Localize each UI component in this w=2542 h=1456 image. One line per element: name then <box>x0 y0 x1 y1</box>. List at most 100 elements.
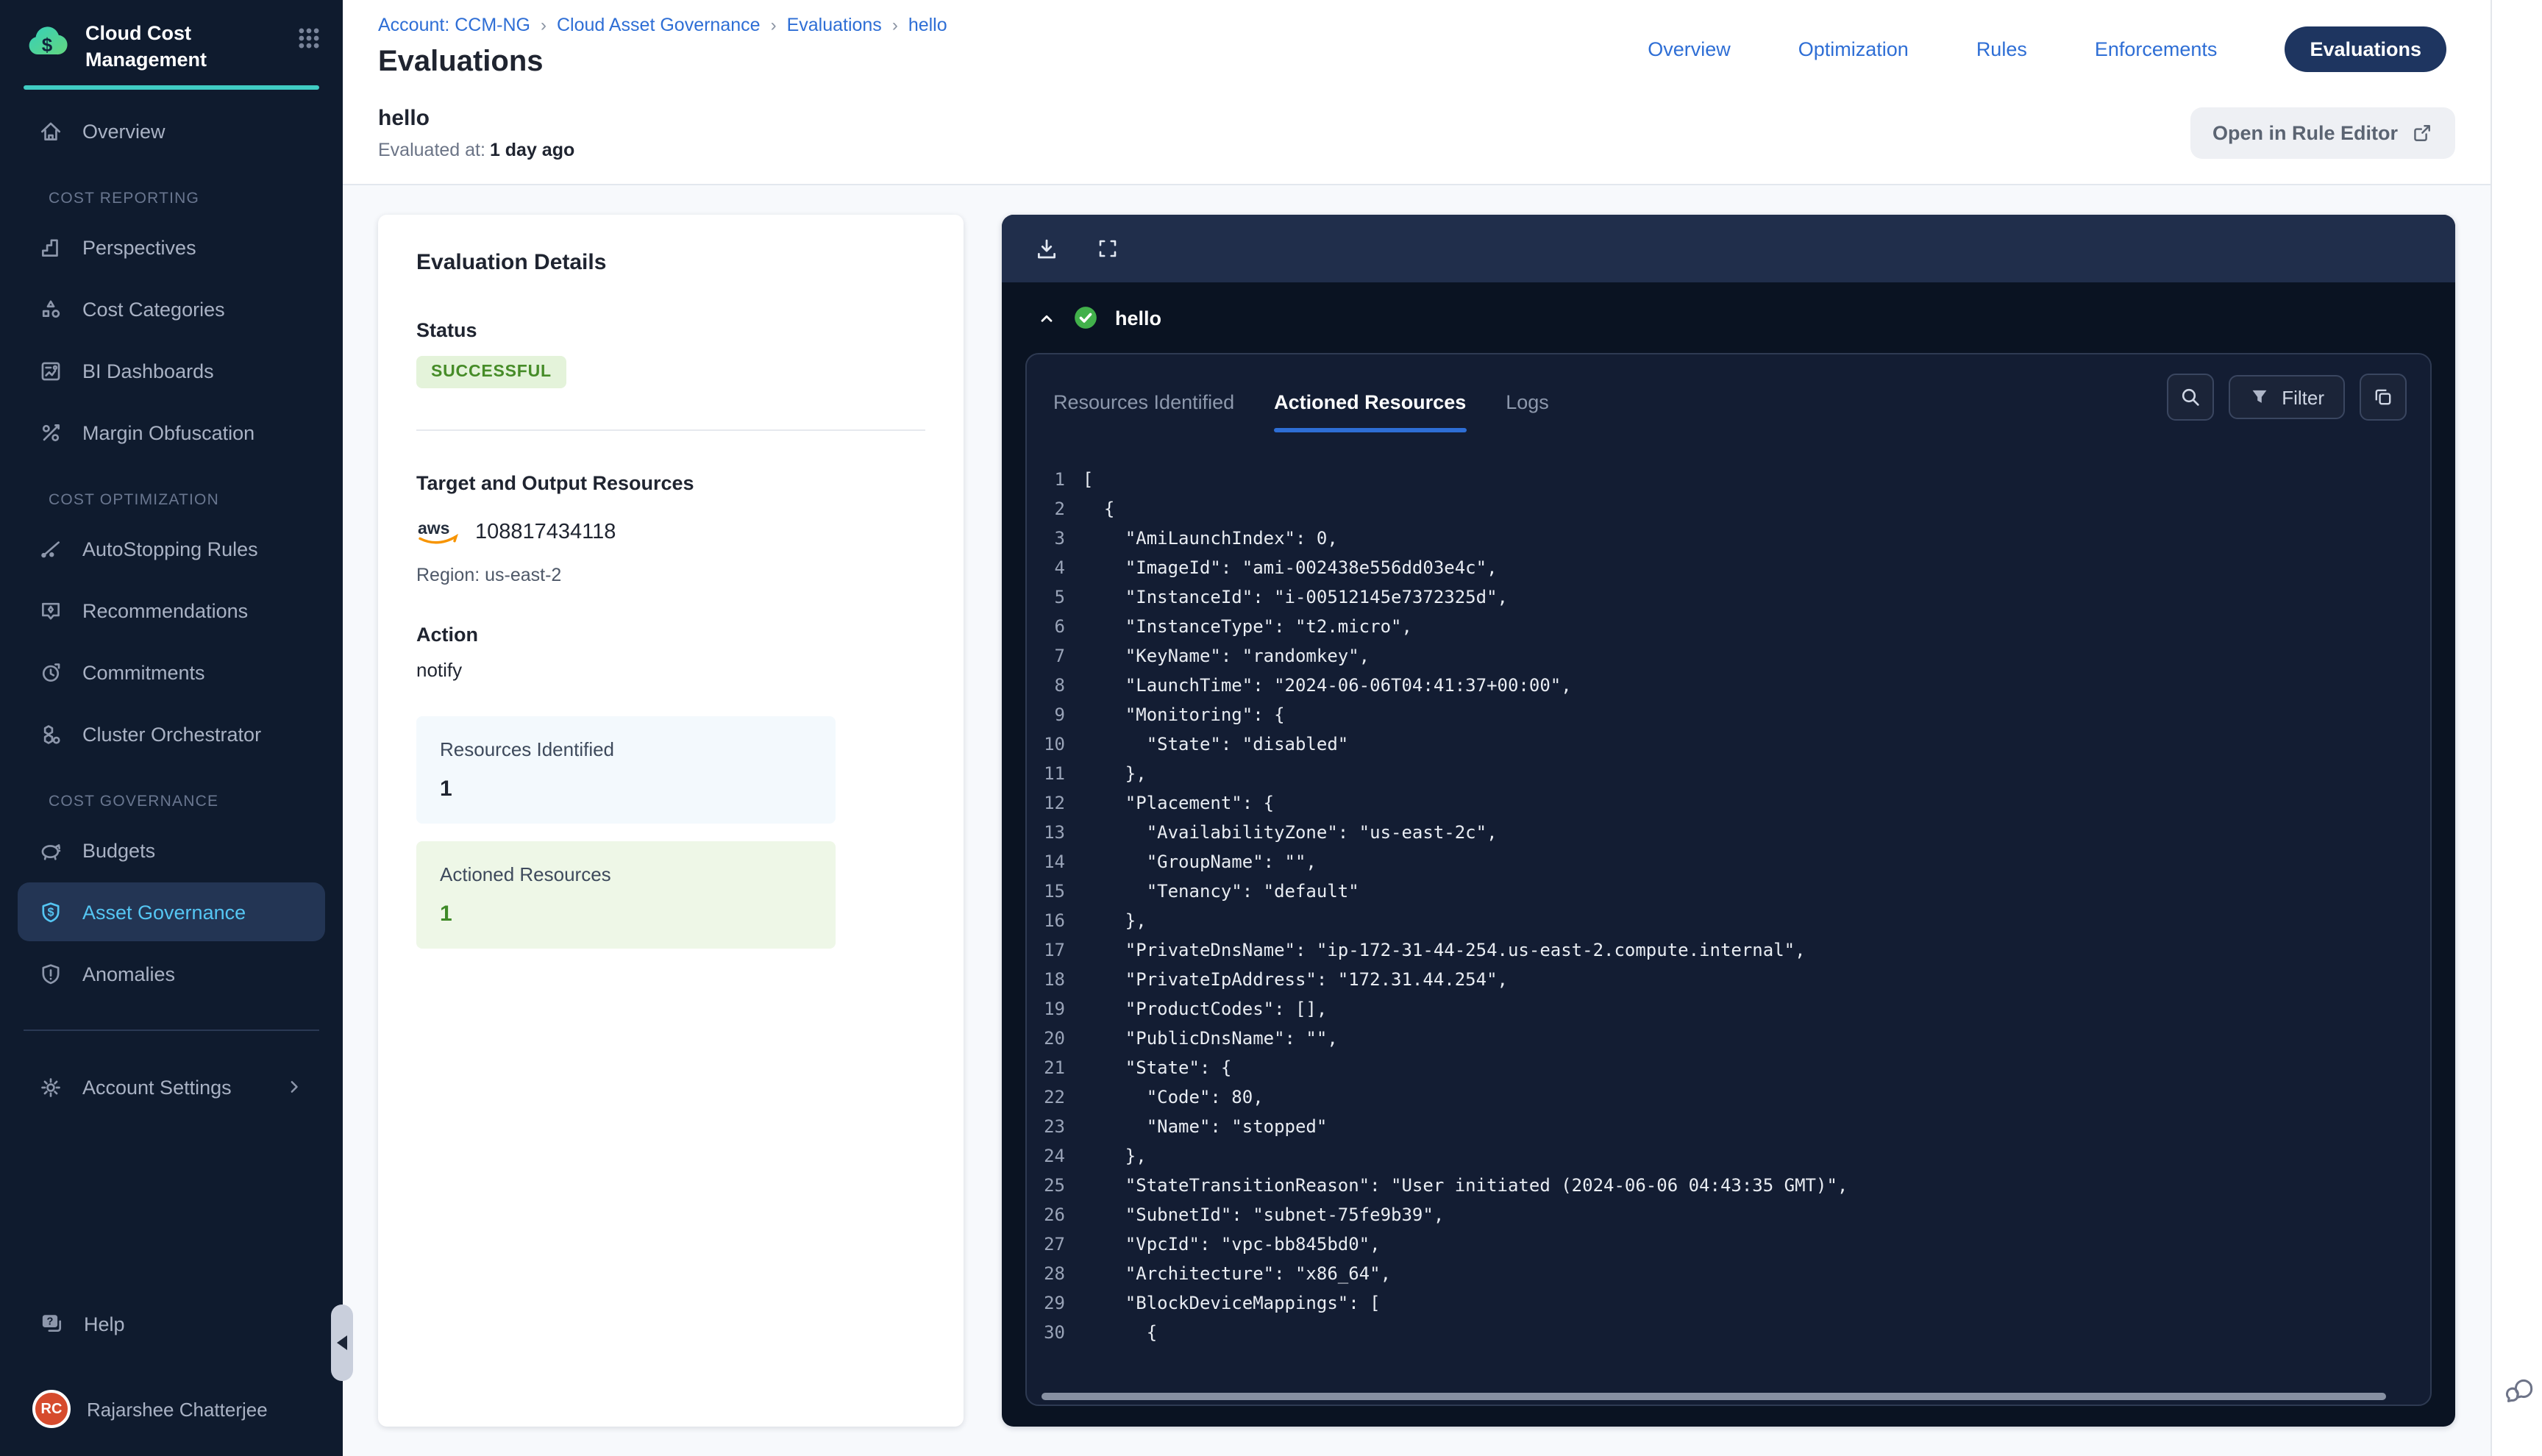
stat-label: Resources Identified <box>440 738 812 760</box>
sidebar-section-title: COST GOVERNANCE <box>49 793 319 810</box>
nav-link-overview[interactable]: Overview <box>1648 38 1731 60</box>
tabs-row: Resources Identified Actioned Resources Lo… <box>1027 354 2430 432</box>
line-text: "InstanceId": "i-00512145e7372325d", <box>1083 582 1508 612</box>
line-number: 12 <box>1039 788 1065 818</box>
sidebar-item-label: Account Settings <box>82 1076 232 1098</box>
line-number: 25 <box>1039 1171 1065 1200</box>
code-line: 3 "AmiLaunchIndex": 0, <box>1039 524 2430 553</box>
tab-resources-identified[interactable]: Resources Identified <box>1053 391 1234 432</box>
sidebar-item-label: AutoStopping Rules <box>82 538 258 560</box>
open-in-rule-editor-button[interactable]: Open in Rule Editor <box>2190 107 2455 159</box>
nav-link-rules[interactable]: Rules <box>1976 38 2027 60</box>
chat-bubbles-icon[interactable] <box>2502 1374 2538 1409</box>
sidebar-item-margin-obfuscation[interactable]: Margin Obfuscation <box>18 403 325 462</box>
code-line: 5 "InstanceId": "i-00512145e7372325d", <box>1039 582 2430 612</box>
json-code-view[interactable]: 1[2 {3 "AmiLaunchIndex": 0,4 "ImageId": … <box>1027 432 2430 1405</box>
line-text: { <box>1083 1318 1157 1347</box>
svg-text:?: ? <box>47 1316 54 1327</box>
breadcrumb-link-account-ccm-ng[interactable]: Account: CCM-NG <box>378 15 530 35</box>
line-number: 13 <box>1039 818 1065 847</box>
sidebar-item-commitments[interactable]: Commitments <box>18 643 325 702</box>
sidebar-item-perspectives[interactable]: Perspectives <box>18 218 325 276</box>
copy-button[interactable] <box>2360 374 2407 421</box>
breadcrumb-link-hello[interactable]: hello <box>908 15 947 35</box>
line-text: { <box>1083 494 1114 524</box>
sidebar-item-cost-categories[interactable]: Cost Categories <box>18 279 325 338</box>
target-account-id: 108817434118 <box>475 521 616 544</box>
sidebar-item-bi-dashboards[interactable]: BI Dashboards <box>18 341 325 400</box>
nav-link-optimization[interactable]: Optimization <box>1798 38 1909 60</box>
action-label: Action <box>416 624 925 646</box>
line-text: "PublicDnsName": "", <box>1083 1024 1338 1053</box>
tab-logs[interactable]: Logs <box>1506 391 1549 432</box>
sidebar-item-overview[interactable]: Overview <box>18 101 325 160</box>
sidebar-item-label: Budgets <box>82 839 155 861</box>
app-grid-icon[interactable] <box>296 25 322 51</box>
recommend-icon <box>38 598 63 623</box>
filter-button[interactable]: Filter <box>2229 375 2345 419</box>
filter-funnel-icon <box>2249 387 2270 407</box>
user-menu[interactable]: RC Rajarshee Chatterjee <box>18 1380 325 1438</box>
sidebar-item-asset-governance[interactable]: $Asset Governance <box>18 882 325 941</box>
sidebar-item-budgets[interactable]: Budgets <box>18 821 325 879</box>
shield-alert-icon <box>38 961 63 986</box>
download-icon[interactable] <box>1034 236 1059 261</box>
target-region: Region: us-east-2 <box>416 565 925 585</box>
ccm-cloud-logo-icon: $ <box>24 18 71 65</box>
sidebar-collapse-handle[interactable] <box>331 1305 353 1381</box>
target-account-row: aws 108817434118 <box>416 518 925 547</box>
sidebar-item-autostopping-rules[interactable]: AutoStopping Rules <box>18 519 325 578</box>
evaluated-at-label: Evaluated at: <box>378 140 485 160</box>
help-button[interactable]: ? Help <box>18 1300 325 1347</box>
line-text: "VpcId": "vpc-bb845bd0", <box>1083 1230 1381 1259</box>
line-number: 19 <box>1039 994 1065 1024</box>
line-text: "State": { <box>1083 1053 1231 1082</box>
nav-link-enforcements[interactable]: Enforcements <box>2095 38 2218 60</box>
code-line: 19 "ProductCodes": [], <box>1039 994 2430 1024</box>
sidebar-item-recommendations[interactable]: Recommendations <box>18 581 325 640</box>
line-number: 26 <box>1039 1200 1065 1230</box>
breadcrumb-link-cloud-asset-governance[interactable]: Cloud Asset Governance <box>557 15 761 35</box>
line-number: 7 <box>1039 641 1065 671</box>
code-line: 12 "Placement": { <box>1039 788 2430 818</box>
line-text: "Monitoring": { <box>1083 700 1285 729</box>
line-number: 23 <box>1039 1112 1065 1141</box>
breadcrumb-separator: › <box>771 15 777 35</box>
line-number: 27 <box>1039 1230 1065 1259</box>
sidebar-item-label: Cost Categories <box>82 298 225 320</box>
tab-actioned-resources[interactable]: Actioned Resources <box>1274 391 1466 432</box>
main-area: Account: CCM-NG›Cloud Asset Governance›E… <box>343 0 2491 1456</box>
module-nav: Overview Optimization Rules Enforcements Eva… <box>1648 26 2446 72</box>
help-chat-icon: ? <box>38 1310 65 1337</box>
nav-link-evaluations[interactable]: Evaluations <box>2285 26 2446 72</box>
sidebar-item-label: Overview <box>82 120 165 142</box>
right-rail <box>2491 0 2542 1456</box>
search-button[interactable] <box>2167 374 2214 421</box>
line-number: 28 <box>1039 1259 1065 1288</box>
line-text: "PrivateIpAddress": "172.31.44.254", <box>1083 965 1508 994</box>
line-text: "SubnetId": "subnet-75fe9b39", <box>1083 1200 1444 1230</box>
chevron-up-icon[interactable] <box>1037 308 1056 327</box>
sidebar-item-label: Recommendations <box>82 599 248 621</box>
sidebar-item-cluster-orchestrator[interactable]: Cluster Orchestrator <box>18 704 325 763</box>
line-number: 29 <box>1039 1288 1065 1318</box>
sidebar-item-account-settings[interactable]: Account Settings <box>18 1057 325 1116</box>
code-line: 23 "Name": "stopped" <box>1039 1112 2430 1141</box>
fullscreen-icon[interactable] <box>1096 237 1119 260</box>
sidebar-item-anomalies[interactable]: Anomalies <box>18 944 325 1003</box>
sidebar-nav: OverviewCOST REPORTINGPerspectivesCost C… <box>0 101 343 1003</box>
details-title: Evaluation Details <box>416 250 925 275</box>
code-line: 9 "Monitoring": { <box>1039 700 2430 729</box>
breadcrumb-link-evaluations[interactable]: Evaluations <box>787 15 882 35</box>
code-line: 25 "StateTransitionReason": "User initia… <box>1039 1171 2430 1200</box>
module-accent-bar <box>24 85 319 90</box>
code-line: 8 "LaunchTime": "2024-06-06T04:41:37+00:… <box>1039 671 2430 700</box>
line-text: }, <box>1083 1141 1147 1171</box>
sidebar-section-title: COST OPTIMIZATION <box>49 491 319 509</box>
svg-text:$: $ <box>42 34 53 56</box>
line-number: 24 <box>1039 1141 1065 1171</box>
line-text: "Code": 80, <box>1083 1082 1264 1112</box>
horizontal-scrollbar[interactable] <box>1042 1393 2386 1400</box>
line-text: "State": "disabled" <box>1083 729 1348 759</box>
code-line: 22 "Code": 80, <box>1039 1082 2430 1112</box>
